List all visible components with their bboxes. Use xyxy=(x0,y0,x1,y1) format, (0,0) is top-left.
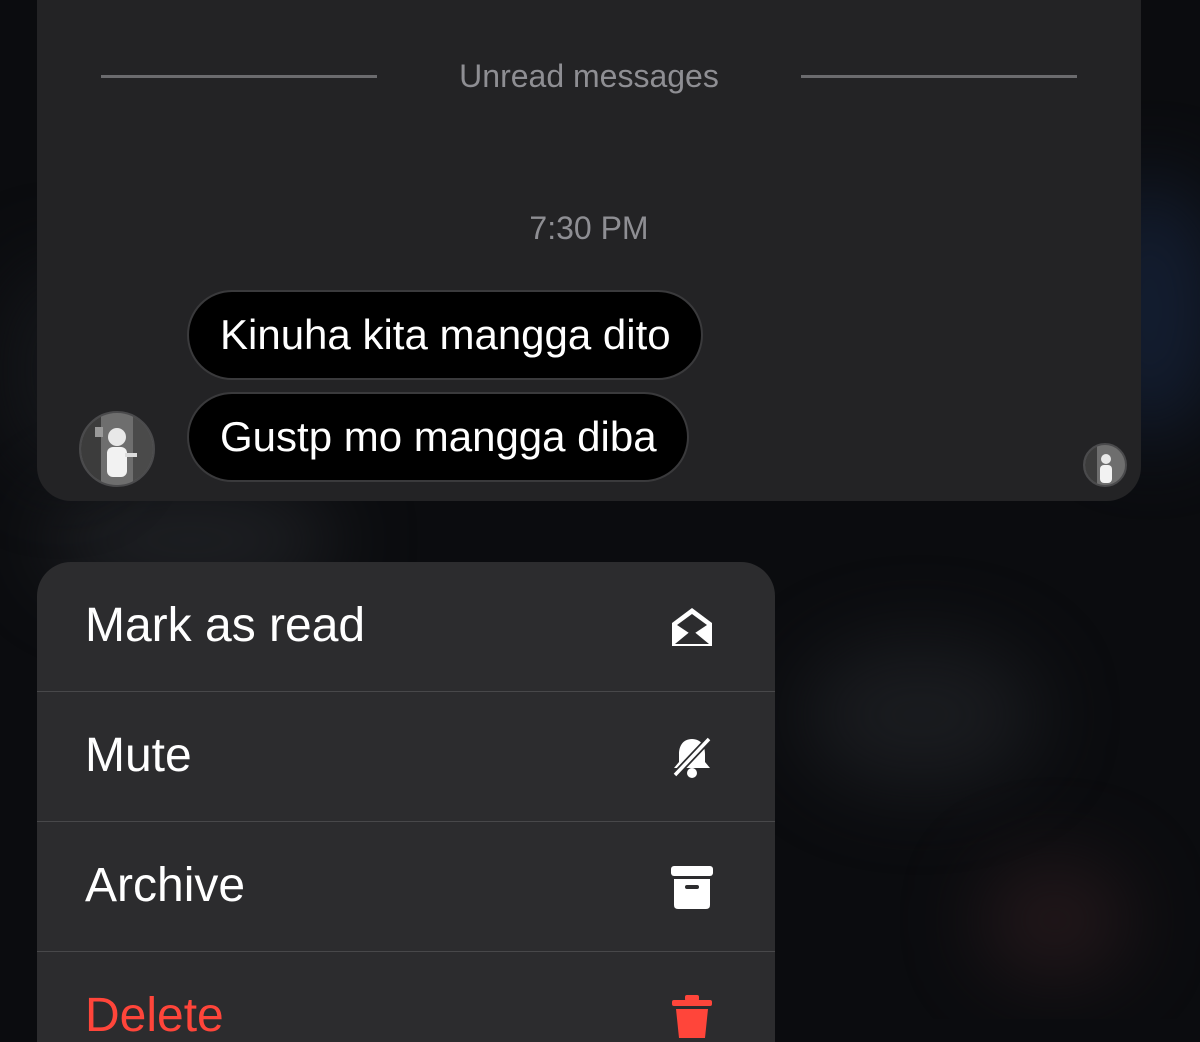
menu-item-label: Archive xyxy=(85,859,246,912)
menu-item-mute[interactable]: Mute xyxy=(37,692,775,822)
unread-divider: Unread messages xyxy=(101,52,1077,102)
read-receipt-avatar xyxy=(1083,443,1127,487)
context-menu: Mark as read Mute Archive Delete xyxy=(37,562,775,1042)
conversation-preview: Unread messages 7:30 PM Kinuha kita mang… xyxy=(37,0,1141,501)
menu-item-delete[interactable]: Delete xyxy=(37,952,775,1042)
archive-box-icon xyxy=(669,864,715,910)
bell-slash-icon xyxy=(669,734,715,780)
menu-item-label: Delete xyxy=(85,989,224,1042)
menu-item-label: Mute xyxy=(85,729,192,782)
menu-item-label: Mark as read xyxy=(85,599,366,652)
trash-icon xyxy=(669,994,715,1040)
sender-avatar xyxy=(79,411,155,487)
message-timestamp: 7:30 PM xyxy=(529,210,649,246)
message-bubble[interactable]: Kinuha kita mangga dito xyxy=(187,290,703,380)
divider-line xyxy=(801,75,1077,78)
menu-item-mark-as-read[interactable]: Mark as read xyxy=(37,562,775,692)
menu-item-archive[interactable]: Archive xyxy=(37,822,775,952)
message-bubble[interactable]: Gustp mo mangga diba xyxy=(187,392,689,482)
envelope-open-icon xyxy=(669,604,715,650)
